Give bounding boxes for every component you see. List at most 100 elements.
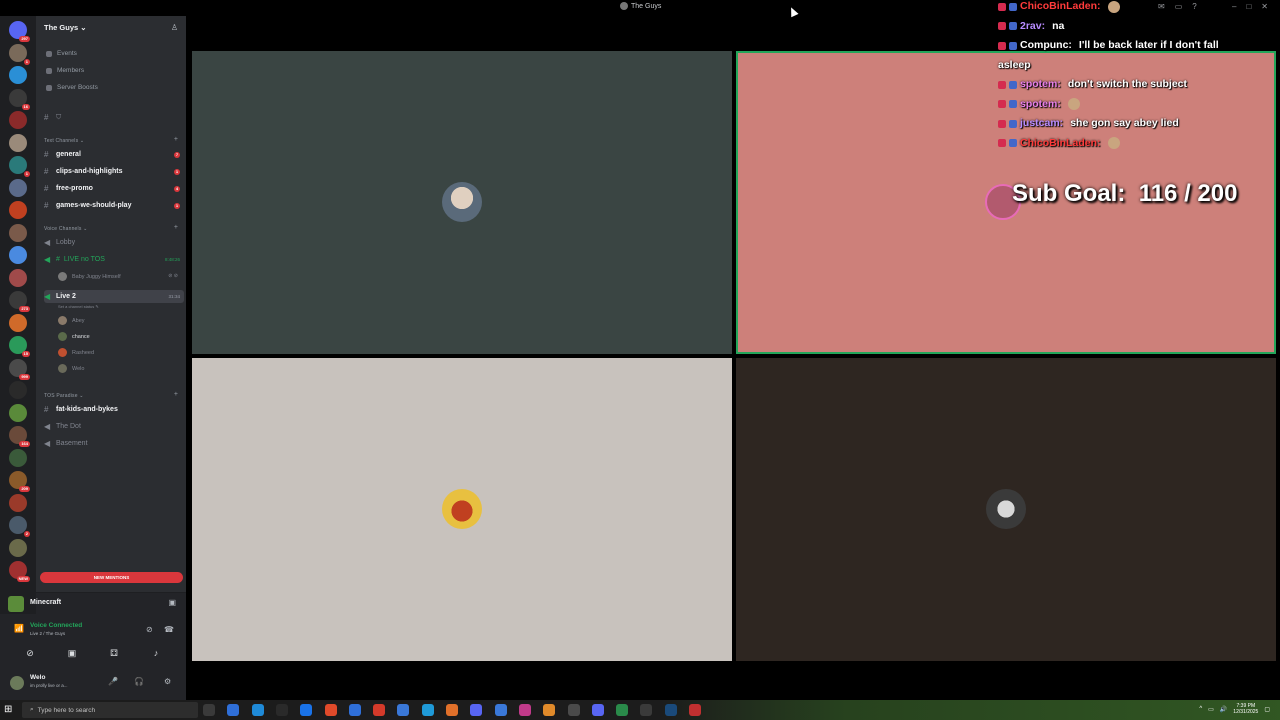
server-icon-server-21[interactable]	[9, 493, 27, 512]
screen-share-button[interactable]: ▣	[56, 646, 88, 660]
server-icon-server-6[interactable]: 1	[9, 156, 30, 177]
user-avatar[interactable]	[10, 676, 24, 690]
text-channel-clips-and-highlights[interactable]: # clips-and-highlights 1	[44, 165, 184, 178]
server-icon-server-8[interactable]	[9, 201, 27, 219]
channel-rules[interactable]: # ⛉	[44, 111, 184, 124]
voice-channel-lobby[interactable]: ◀ Lobby	[44, 236, 184, 249]
channel-fat-kids-and-bykes[interactable]: # fat-kids-and-bykes	[44, 403, 184, 416]
chrome-app-icon[interactable]	[616, 704, 629, 716]
server-icon-server-15[interactable]: 999	[9, 358, 30, 380]
voice-member[interactable]: Baby Juggy Himself	[58, 272, 121, 281]
server-icon-server-2[interactable]	[9, 66, 27, 84]
server-icon-server-13[interactable]	[9, 313, 27, 332]
store-icon[interactable]	[275, 704, 288, 716]
epic-icon[interactable]	[640, 704, 653, 716]
word-icon[interactable]	[494, 704, 507, 716]
server-icon-server-4[interactable]	[9, 111, 27, 129]
server-icon-server-7[interactable]	[9, 178, 27, 197]
server-icon-server-1[interactable]: 1	[9, 43, 30, 65]
server-icon-server-9[interactable]	[9, 223, 27, 242]
add-tos-channel-icon[interactable]: +	[174, 391, 178, 398]
voice-status[interactable]: Voice Connected	[30, 622, 82, 629]
mail-icon[interactable]	[397, 704, 410, 716]
video-tile-1[interactable]	[192, 51, 732, 354]
server-icon-server-5[interactable]	[9, 133, 27, 152]
voice-channel-live-no-tos[interactable]: ◀ # LIVE no TOS 8:48:26	[44, 253, 184, 266]
text-channel-general[interactable]: # general 7	[44, 148, 184, 161]
server-icon-server-14[interactable]: 15	[9, 336, 30, 357]
network-icon[interactable]: ▭	[1208, 706, 1214, 713]
signal-icon[interactable]: 📶	[14, 624, 24, 633]
volume-icon[interactable]: 🔊	[1220, 706, 1227, 713]
noise-suppression-icon[interactable]: ⊘	[146, 625, 153, 634]
server-icon-server-10[interactable]	[9, 246, 27, 264]
video-tile-4[interactable]	[736, 358, 1276, 661]
category-text-channels[interactable]: Text Channels ⌄	[44, 138, 84, 144]
server-icon-server-20[interactable]: 209	[9, 471, 30, 492]
settings-gear-icon[interactable]: ⚙	[164, 677, 171, 686]
user-name[interactable]: Welo	[30, 674, 45, 681]
steam-app-icon[interactable]	[251, 704, 264, 716]
voice-location[interactable]: Live 2 / The Guys	[30, 631, 65, 636]
soundboard-button[interactable]: ♪	[140, 646, 172, 660]
invite-icon[interactable]: ♙	[171, 23, 178, 32]
vlc-icon[interactable]	[543, 704, 556, 716]
app-icon[interactable]	[446, 704, 458, 716]
camera-off-button[interactable]: ⊘	[14, 646, 46, 660]
shield-app-icon[interactable]	[227, 704, 240, 716]
voice-member[interactable]: chance	[58, 332, 90, 341]
voice-channel-basement[interactable]: ◀ Basement	[44, 437, 184, 450]
server-icon-server-11[interactable]	[9, 268, 27, 287]
server-icon-server-22[interactable]: 2	[9, 516, 30, 537]
server-icon-server-19[interactable]	[9, 448, 27, 467]
steam-icon[interactable]	[664, 704, 677, 716]
text-channel-free-promo[interactable]: # free-promo 4	[44, 182, 184, 195]
obs-icon[interactable]	[348, 704, 361, 716]
voice-member[interactable]: Welo	[58, 364, 84, 373]
media-icon[interactable]	[518, 704, 531, 716]
file-explorer-icon[interactable]	[203, 704, 215, 716]
text-channel-games-we-should-play[interactable]: # games-we-should-play 1	[44, 199, 184, 212]
windows-start-icon[interactable]: ⊞	[4, 704, 12, 715]
video-tile-3[interactable]	[192, 358, 732, 661]
taskbar-clock[interactable]: 7:39 PM 12/31/2025	[1233, 703, 1258, 715]
server-icon-discord-home[interactable]: 297	[9, 21, 30, 42]
nav-events[interactable]: Events	[46, 50, 77, 57]
stream-game-icon[interactable]: ▣	[168, 598, 176, 607]
opera-icon[interactable]	[373, 704, 386, 716]
server-name-header[interactable]: The Guys ⌄	[44, 23, 87, 32]
server-icon-server-18[interactable]: 164	[9, 426, 30, 447]
disconnect-icon[interactable]: ☎	[164, 625, 174, 634]
voice-channel-the-dot[interactable]: ◀ The Dot	[44, 420, 184, 433]
edge-icon[interactable]	[300, 704, 313, 716]
voice-member[interactable]: Abey	[58, 316, 85, 325]
microphone-icon[interactable]: 🎤	[108, 677, 118, 686]
server-icon-server-23[interactable]	[9, 538, 27, 557]
voice-member[interactable]: Rasheed	[58, 348, 94, 357]
headphones-icon[interactable]: 🎧	[134, 677, 144, 686]
server-icon-server-3[interactable]: 16	[9, 88, 30, 110]
notification-icon[interactable]: ▢	[1264, 706, 1270, 713]
server-icon-server-12[interactable]: 273	[9, 291, 30, 312]
nav-server-boosts[interactable]: Server Boosts	[46, 84, 98, 91]
add-channel-icon[interactable]: +	[174, 136, 178, 143]
activities-button[interactable]: ⚃	[98, 646, 130, 660]
server-icon-server-17[interactable]	[9, 403, 27, 422]
nav-members[interactable]: Members	[46, 67, 84, 74]
category-voice-channels[interactable]: Voice Channels ⌄	[44, 226, 88, 232]
discord-icon[interactable]	[470, 704, 483, 716]
category-tos-paradise[interactable]: TOS Paradise ⌄	[44, 393, 84, 399]
taskbar-search-input[interactable]: ⌕ Type here to search	[22, 702, 198, 718]
chevron-up-icon[interactable]: ^	[1199, 706, 1202, 712]
terminal-icon[interactable]	[567, 704, 580, 716]
server-icon-server-16[interactable]	[9, 381, 27, 399]
server-icon-server-24[interactable]: NEW	[9, 561, 30, 582]
discord-app-icon[interactable]	[591, 704, 604, 716]
channel-status-hint[interactable]: Set a channel status ✎	[58, 304, 99, 309]
new-mentions-button[interactable]: NEW MENTIONS	[40, 572, 183, 583]
minecraft-app-icon[interactable]	[689, 704, 701, 716]
edge-app-icon[interactable]	[421, 704, 434, 716]
chrome-icon[interactable]	[324, 704, 337, 716]
add-voice-channel-icon[interactable]: +	[174, 224, 178, 231]
voice-channel-live-2[interactable]: ◀ Live 2 31:34	[44, 290, 184, 303]
